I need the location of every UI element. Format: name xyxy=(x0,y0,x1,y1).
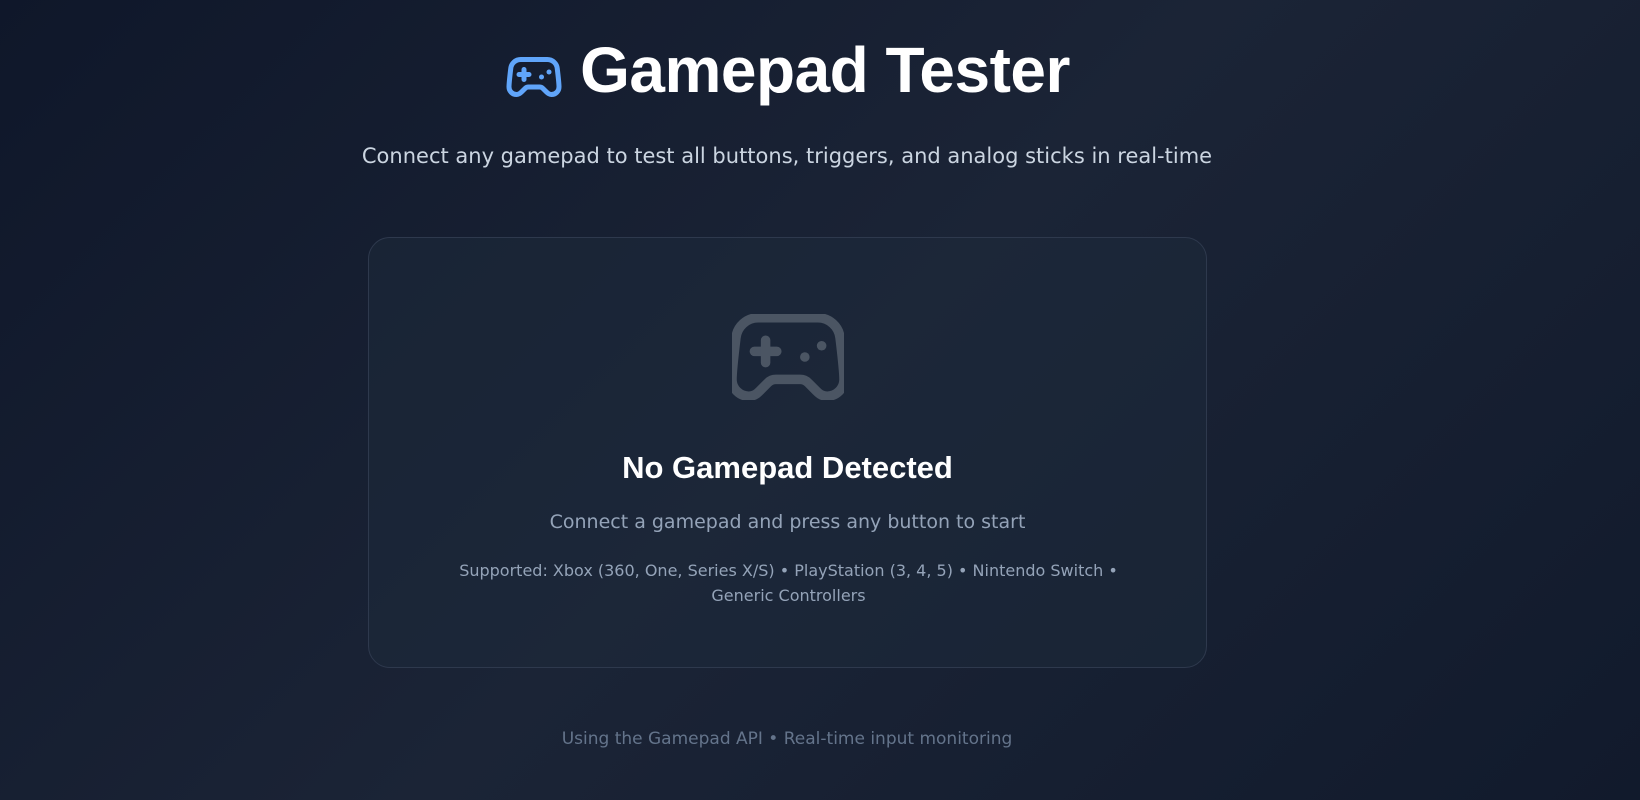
page-subtitle: Connect any gamepad to test all buttons,… xyxy=(361,144,1213,168)
page-footer: Using the Gamepad API • Real-time input … xyxy=(561,729,1013,749)
gamepad-icon xyxy=(504,47,564,107)
gamepad-status-card: No Gamepad Detected Connect a gamepad an… xyxy=(368,237,1207,668)
page-header: Gamepad Tester xyxy=(0,30,1574,110)
supported-controllers-text: Supported: Xbox (360, One, Series X/S) •… xyxy=(459,561,1118,605)
status-message: Connect a gamepad and press any button t… xyxy=(549,511,1026,533)
status-title: No Gamepad Detected xyxy=(622,450,953,485)
page-title: Gamepad Tester xyxy=(580,34,1070,106)
gamepad-icon xyxy=(727,313,849,401)
